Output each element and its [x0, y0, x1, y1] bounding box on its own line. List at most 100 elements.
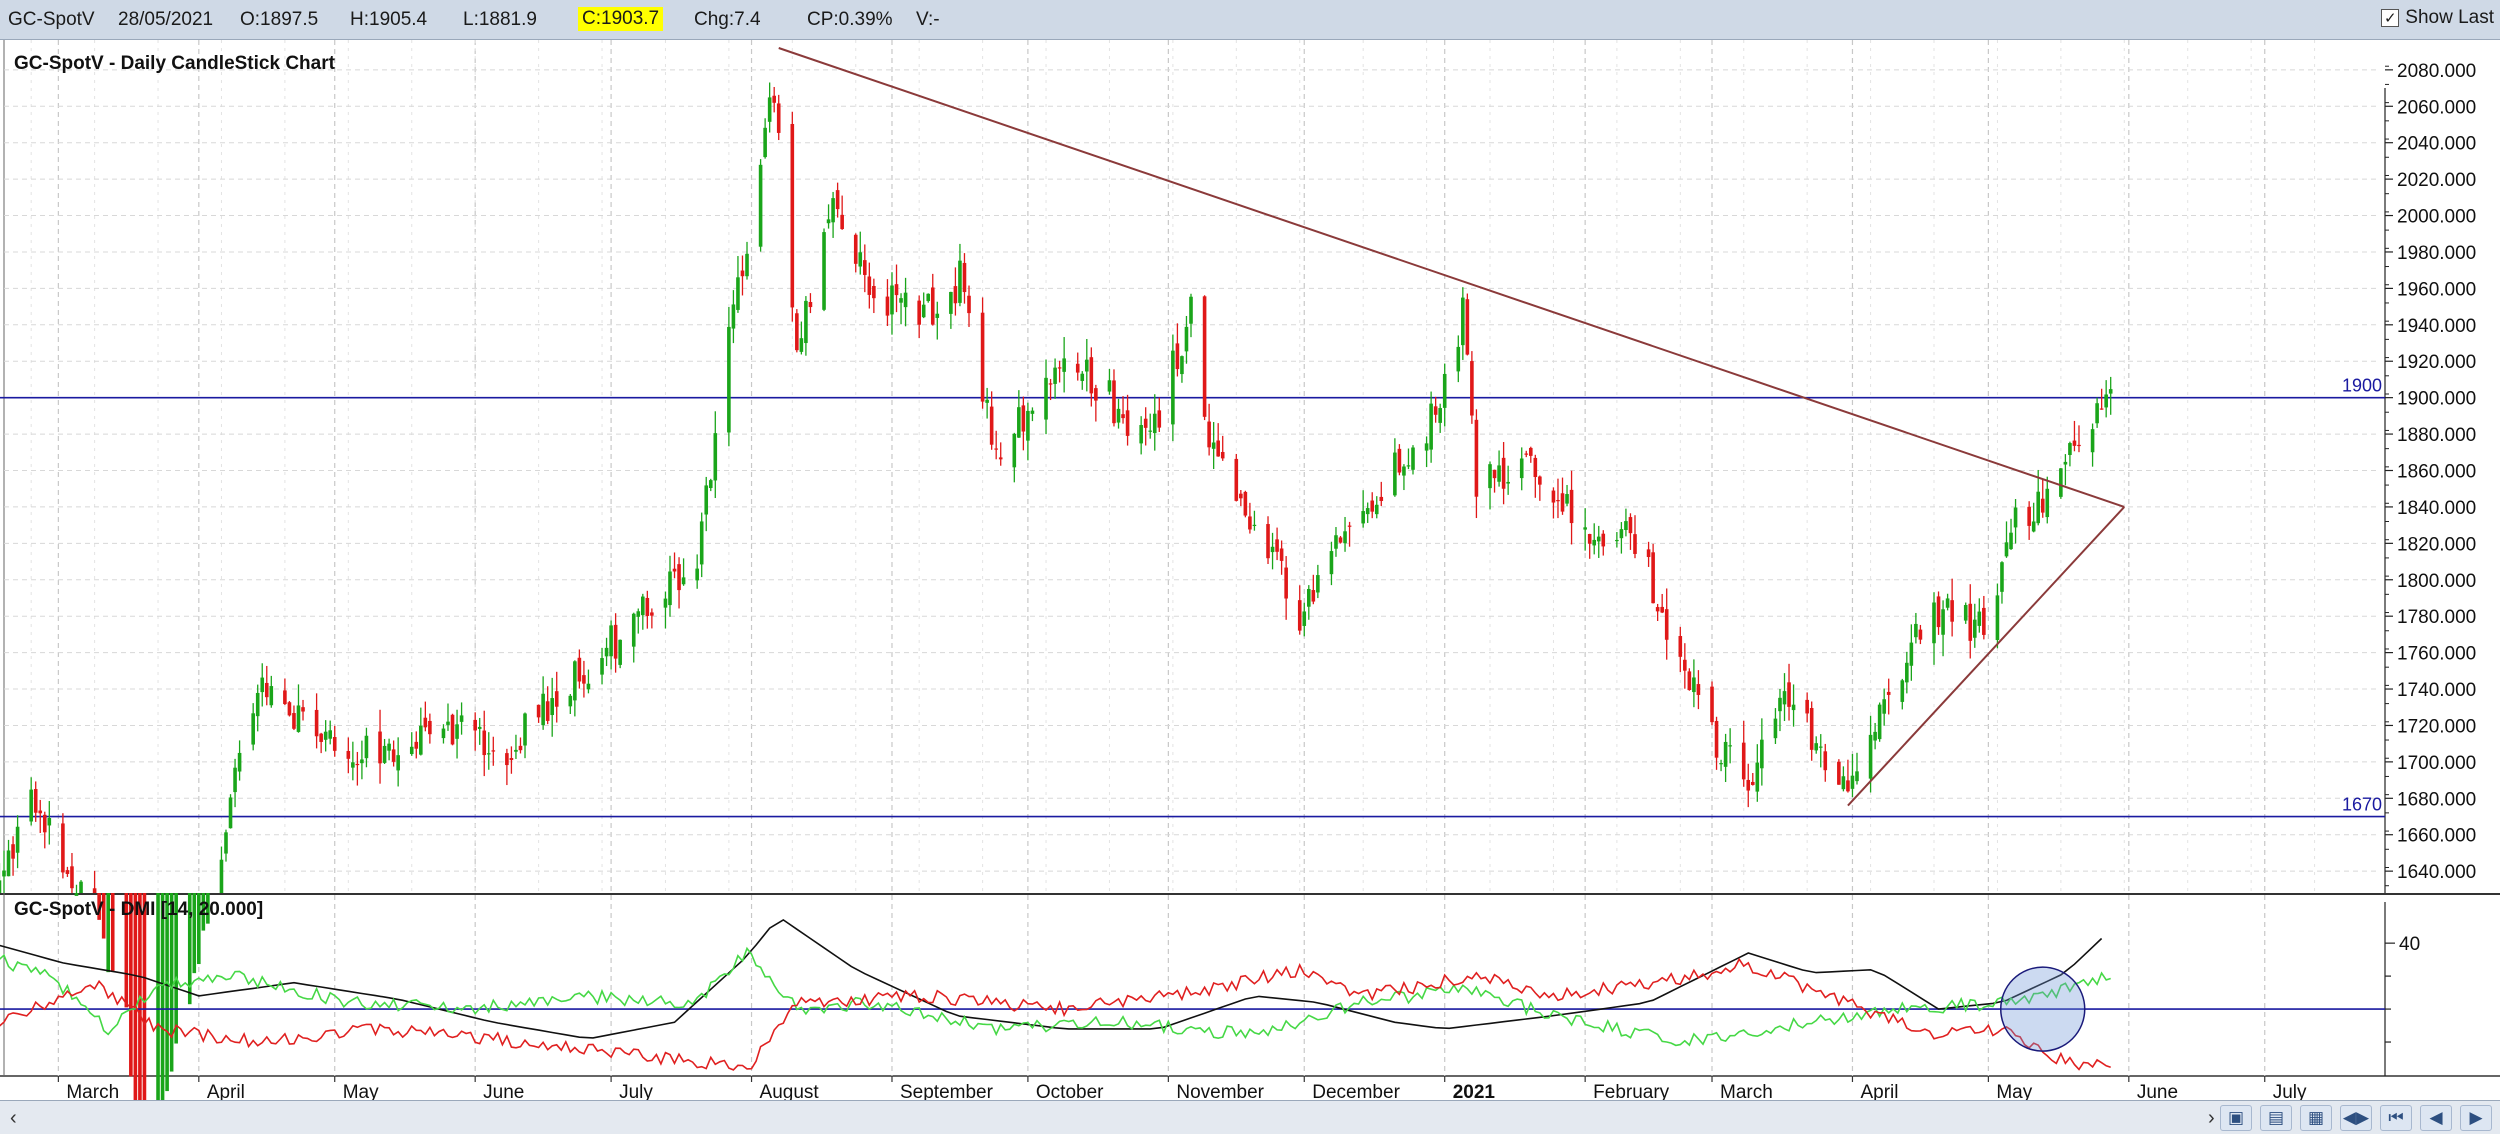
horizontal-line-label-1900: 1900	[2342, 376, 2382, 396]
price-tick-label: 2060.000	[2397, 97, 2476, 118]
candle-body	[1977, 611, 1982, 626]
month-label: December	[1312, 1082, 1400, 1100]
candle-body	[1528, 447, 1533, 456]
candle-body	[582, 675, 586, 684]
chart-background	[0, 40, 2500, 1100]
candle-body	[704, 485, 709, 515]
show-last-checkbox[interactable]: ✓	[2381, 9, 2400, 27]
candle-body	[224, 832, 228, 854]
candle-body	[1474, 419, 1479, 497]
candle-body	[1972, 619, 1977, 638]
candle-body	[47, 817, 52, 826]
candle-body	[1243, 491, 1248, 516]
candle-body	[1402, 466, 1406, 476]
show-last-toggle[interactable]: ✓ Show Last	[2381, 7, 2494, 29]
candle-body	[708, 480, 713, 489]
candle-body	[980, 312, 985, 402]
candle-body	[1592, 539, 1597, 546]
chart-scrollbar[interactable]: ‹ › ▣ ▤ ▦ ◀▶ ⏮ ◀ ▶	[0, 1100, 2500, 1134]
fit-icon[interactable]: ◀▶	[2340, 1105, 2372, 1131]
candle-body	[1470, 361, 1474, 416]
candle-body	[1239, 493, 1243, 499]
candle-body	[486, 753, 491, 755]
candle-body	[1334, 535, 1338, 549]
candle-body	[1329, 551, 1334, 575]
candle-body	[1501, 457, 1506, 489]
candle-body	[1211, 442, 1216, 449]
candle-body	[1809, 708, 1814, 750]
candle-body	[835, 190, 840, 210]
zoom-out-icon[interactable]: ▤	[2260, 1105, 2292, 1131]
candle-body	[1823, 751, 1828, 771]
candle-body	[853, 234, 858, 264]
first-icon[interactable]: ⏮	[2380, 1105, 2412, 1131]
candle-body	[2031, 521, 2036, 532]
month-label: March	[66, 1082, 119, 1100]
candle-body	[573, 661, 577, 701]
chart-svg[interactable]: 1640.000 1660.000 1680.000 1700.000 1720.000…	[0, 40, 2500, 1100]
candle-body	[29, 789, 33, 822]
candle-body	[1846, 780, 1850, 792]
candle-body	[1506, 481, 1510, 484]
scroll-right-icon[interactable]: ›	[2208, 1107, 2215, 1130]
candle-body	[1270, 546, 1275, 553]
candle-body	[2, 870, 6, 877]
candle-body	[772, 95, 776, 103]
candle-body	[1143, 418, 1148, 428]
candle-body	[745, 253, 749, 277]
candle-body	[586, 683, 591, 690]
candle-body	[296, 705, 301, 732]
candle-body	[129, 893, 133, 1077]
candle-body	[455, 724, 459, 739]
candle-body	[1560, 493, 1565, 512]
symbol-label: GC-SpotV	[8, 9, 95, 30]
candle-body	[1755, 762, 1760, 792]
candle-body	[1624, 521, 1628, 531]
candle-body	[1302, 611, 1307, 626]
candle-body	[450, 714, 455, 745]
candle-body	[2059, 468, 2063, 497]
candle-body	[930, 287, 935, 325]
candle-body	[1139, 425, 1143, 444]
candle-body	[314, 709, 319, 737]
save-icon[interactable]: ▦	[2300, 1105, 2332, 1131]
month-label: September	[900, 1082, 994, 1100]
month-label: May	[343, 1082, 379, 1100]
candle-body	[872, 285, 876, 299]
candle-body	[396, 755, 400, 771]
candle-body	[260, 677, 265, 693]
candle-body	[1424, 443, 1429, 451]
candle-body	[1760, 739, 1764, 769]
candle-body	[1361, 511, 1365, 524]
candle-body	[668, 571, 672, 606]
scroll-left-icon[interactable]: ‹	[10, 1107, 17, 1130]
zoom-in-icon[interactable]: ▣	[2220, 1105, 2252, 1131]
candle-body	[1782, 691, 1787, 705]
month-label: July	[619, 1082, 653, 1100]
candle-body	[1497, 465, 1501, 482]
candle-body	[219, 859, 224, 893]
candle-body	[1615, 539, 1619, 542]
candle-body	[541, 693, 545, 726]
horizontal-line-label-1670: 1670	[2342, 795, 2382, 815]
candle-body	[15, 826, 20, 853]
candle-body	[2004, 542, 2009, 557]
show-last-label: Show Last	[2405, 7, 2494, 28]
candle-body	[441, 728, 446, 739]
price-tick-label: 1960.000	[2397, 279, 2476, 300]
month-label: June	[483, 1082, 524, 1100]
candle-body	[1021, 405, 1026, 432]
candle-body	[2108, 389, 2113, 394]
candle-body	[545, 701, 550, 721]
candle-body	[283, 690, 287, 705]
quote-info-bar: GC-SpotV 28/05/2021 O:1897.5 H:1905.4 L:…	[0, 0, 2500, 40]
candle-body	[2009, 532, 2013, 550]
candle-body	[727, 326, 731, 433]
candle-body	[1714, 720, 1719, 758]
candle-body	[156, 893, 160, 1100]
chart-area[interactable]: 1640.000 1660.000 1680.000 1700.000 1720.000…	[0, 40, 2500, 1100]
prev-icon[interactable]: ◀	[2420, 1105, 2452, 1131]
month-label: March	[1720, 1082, 1773, 1100]
price-tick-label: 1800.000	[2397, 571, 2476, 592]
next-icon[interactable]: ▶	[2460, 1105, 2492, 1131]
